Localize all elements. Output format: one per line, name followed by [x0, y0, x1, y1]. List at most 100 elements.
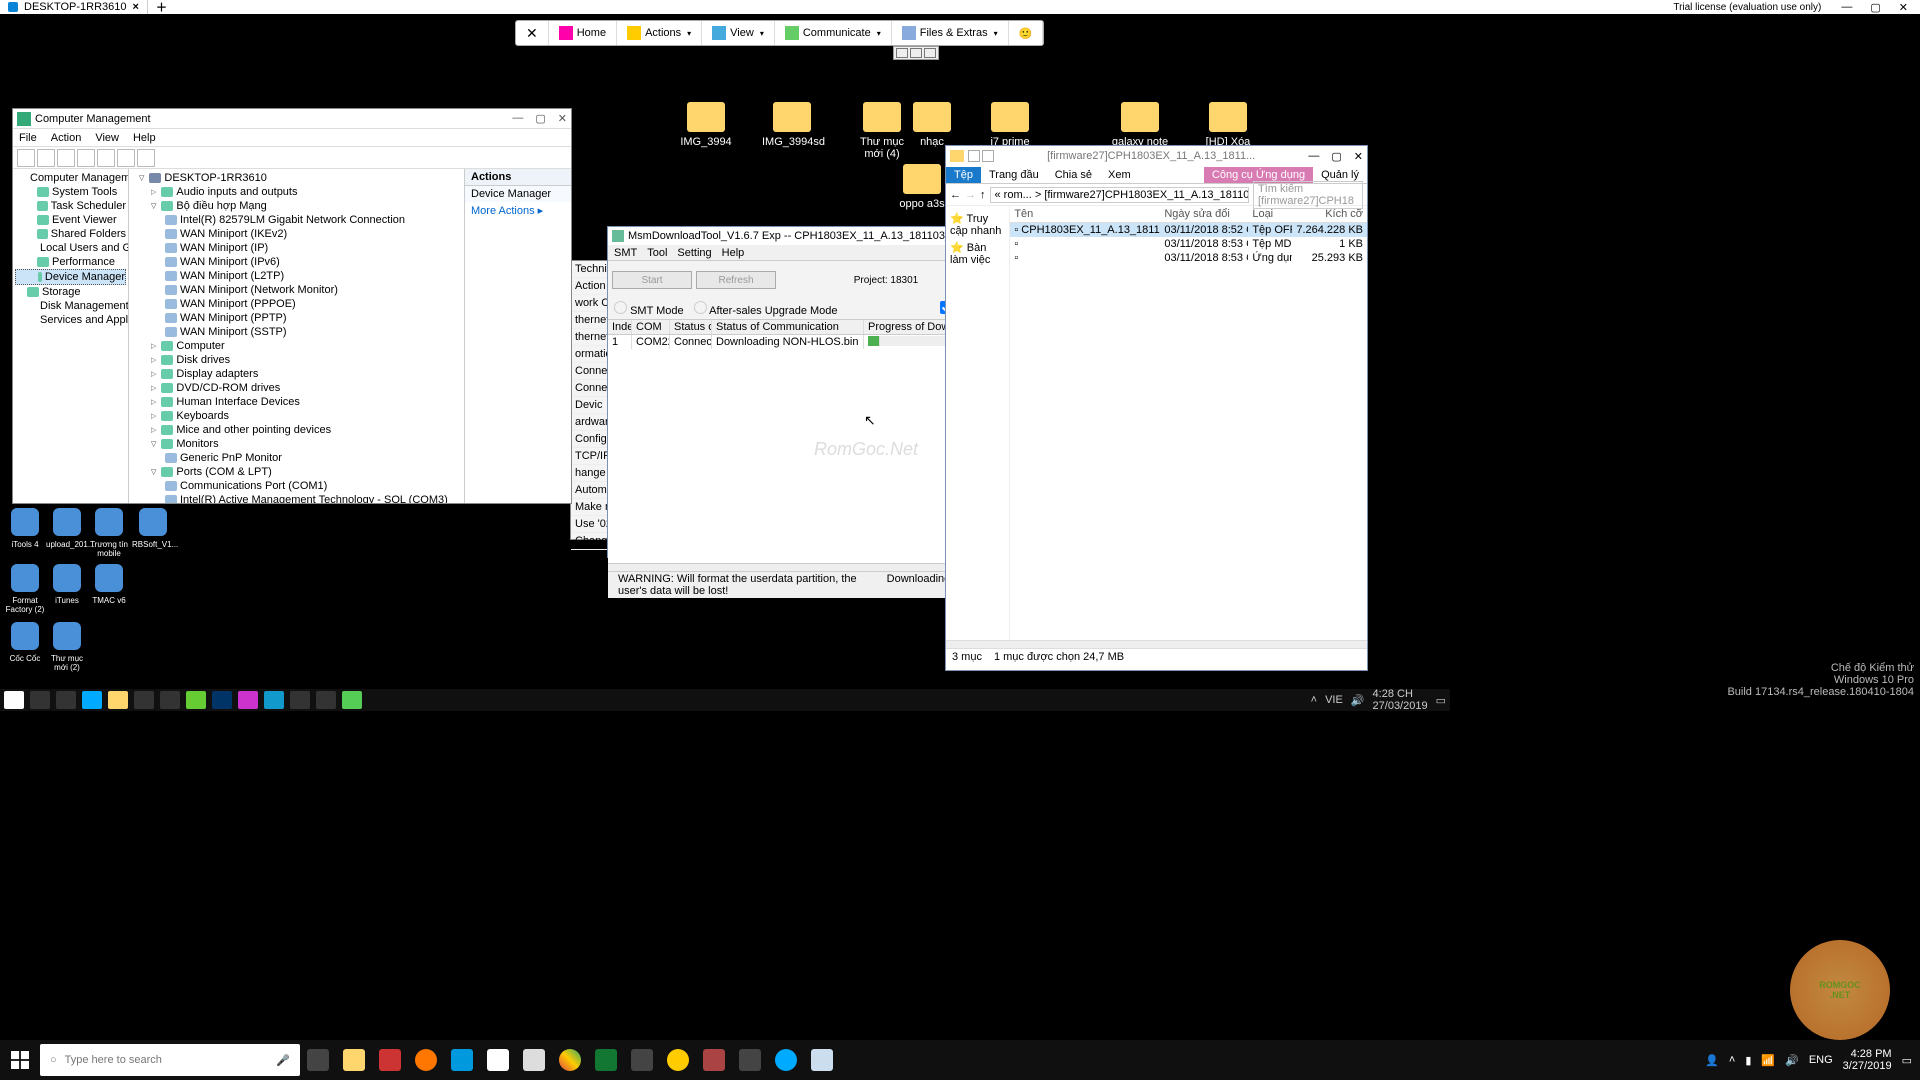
search-input[interactable]: Tìm kiếm [firmware27]CPH18: [1253, 181, 1363, 209]
lang-indicator[interactable]: VIE: [1325, 694, 1343, 706]
start-button[interactable]: Start: [612, 271, 692, 289]
device-item[interactable]: WAN Miniport (PPTP): [131, 311, 462, 325]
desktop-icon[interactable]: TMAC v6: [88, 564, 130, 605]
firefox-icon[interactable]: [412, 1046, 440, 1074]
start-button[interactable]: [4, 691, 24, 709]
close-icon[interactable]: ✕: [558, 112, 567, 125]
minimize-icon[interactable]: —: [1841, 1, 1852, 14]
device-item[interactable]: WAN Miniport (PPPOE): [131, 297, 462, 311]
app-icon[interactable]: [376, 1046, 404, 1074]
taskview-icon[interactable]: [56, 691, 76, 709]
people-icon[interactable]: 👤: [1705, 1054, 1719, 1067]
device-item[interactable]: Communications Port (COM1): [131, 479, 462, 493]
more-actions-link[interactable]: More Actions ▸: [465, 202, 571, 219]
desktop-icon[interactable]: IMG_3994sd: [762, 102, 822, 148]
app-icon[interactable]: [484, 1046, 512, 1074]
minimize-icon[interactable]: —: [1308, 150, 1319, 163]
mail-icon[interactable]: [160, 691, 180, 709]
tv-new-tab[interactable]: ＋: [148, 0, 175, 15]
tv-home[interactable]: Home: [549, 21, 617, 45]
desktop-icon[interactable]: RBSoft_V1...: [132, 508, 174, 549]
device-item[interactable]: Intel(R) 82579LM Gigabit Network Connect…: [131, 213, 462, 227]
app-icon[interactable]: [316, 691, 336, 709]
edge-icon[interactable]: [82, 691, 102, 709]
device-item[interactable]: WAN Miniport (IKEv2): [131, 227, 462, 241]
device-item[interactable]: Generic PnP Monitor: [131, 451, 462, 465]
desktop-icon[interactable]: iTunes: [46, 564, 88, 605]
notification-icon[interactable]: ▭: [1436, 694, 1446, 707]
tv-mini-controls[interactable]: [893, 46, 939, 60]
search-icon[interactable]: [30, 691, 50, 709]
wifi-icon[interactable]: 📶: [1761, 1054, 1775, 1067]
desktop-icon[interactable]: j7 prime: [980, 102, 1040, 148]
tree-item[interactable]: Event Viewer: [15, 213, 126, 227]
path-segment[interactable]: « rom... > [firmware27]CPH1803EX_11_A.13…: [990, 187, 1250, 203]
close-icon[interactable]: ✕: [1899, 1, 1908, 14]
mic-icon[interactable]: 🎤: [276, 1054, 290, 1067]
device-item[interactable]: WAN Miniport (Network Monitor): [131, 283, 462, 297]
canary-icon[interactable]: [664, 1046, 692, 1074]
device-item[interactable]: Keyboards: [131, 409, 462, 423]
menu-file[interactable]: File: [19, 132, 37, 144]
device-item[interactable]: WAN Miniport (SSTP): [131, 325, 462, 339]
tv-tab[interactable]: DESKTOP-1RR3610 ×: [0, 0, 148, 14]
maximize-icon[interactable]: ▢: [1870, 1, 1880, 14]
maximize-icon[interactable]: ▢: [1331, 150, 1341, 163]
explorer-icon[interactable]: [340, 1046, 368, 1074]
menu-help[interactable]: Help: [133, 132, 156, 144]
device-item[interactable]: Audio inputs and outputs: [131, 185, 462, 199]
tree-item[interactable]: Storage: [15, 285, 126, 299]
file-row[interactable]: ▫ 03/11/2018 8:53 CHTệp MD51 KB: [1010, 237, 1367, 251]
menu-help[interactable]: Help: [722, 247, 745, 259]
tv-actions[interactable]: Actions: [617, 21, 702, 45]
tree-item[interactable]: Computer Management (Local: [15, 171, 126, 185]
menu-setting[interactable]: Setting: [677, 247, 711, 259]
desktop-icon[interactable]: Cốc Cốc: [4, 622, 46, 663]
device-item[interactable]: Display adapters: [131, 367, 462, 381]
device-item[interactable]: Mice and other pointing devices: [131, 423, 462, 437]
close-tab-icon[interactable]: ×: [133, 1, 139, 13]
tv-view[interactable]: View: [702, 21, 775, 45]
teamviewer-icon[interactable]: [448, 1046, 476, 1074]
tab-tep[interactable]: Tệp: [946, 167, 981, 183]
device-item[interactable]: Intel(R) Active Management Technology - …: [131, 493, 462, 503]
close-icon[interactable]: ✕: [1354, 150, 1363, 163]
desktop-icon[interactable]: oppo a3s: [892, 164, 952, 210]
desktop-icon[interactable]: [HD] Xóa: [1198, 102, 1258, 148]
desktop-icon[interactable]: Thư mục mới (2): [46, 622, 88, 672]
desktop-icon[interactable]: IMG_3994: [676, 102, 736, 148]
desktop-icon[interactable]: Format Factory (2): [4, 564, 46, 614]
tab-xem[interactable]: Xem: [1100, 167, 1139, 183]
taskview-icon[interactable]: [304, 1046, 332, 1074]
app-icon[interactable]: [238, 691, 258, 709]
device-item[interactable]: WAN Miniport (IP): [131, 241, 462, 255]
tv-feedback[interactable]: 🙂: [1009, 21, 1044, 45]
tv-icon[interactable]: [264, 691, 284, 709]
tv-close-session[interactable]: ✕: [516, 21, 549, 45]
explorer-icon[interactable]: [108, 691, 128, 709]
tray-up-icon[interactable]: ˄: [1311, 694, 1317, 706]
maximize-icon[interactable]: ▢: [535, 112, 545, 125]
tree-item[interactable]: Shared Folders: [15, 227, 126, 241]
store-icon[interactable]: [134, 691, 154, 709]
network-icon[interactable]: ▮: [1745, 1054, 1751, 1067]
tv-files[interactable]: Files & Extras: [892, 21, 1009, 45]
tree-item[interactable]: System Tools: [15, 185, 126, 199]
refresh-button[interactable]: Refresh: [696, 271, 776, 289]
nav-item[interactable]: ⭐ Bàn làm việc: [950, 239, 1005, 268]
file-row[interactable]: ▫ CPH1803EX_11_A.13_181103_2bc89894.ofp0…: [1010, 223, 1367, 237]
device-item[interactable]: Disk drives: [131, 353, 462, 367]
menu-tool[interactable]: Tool: [647, 247, 667, 259]
tree-item[interactable]: Services and Applications: [15, 313, 126, 327]
desktop-icon[interactable]: nhạc: [902, 102, 962, 148]
hscroll[interactable]: [946, 640, 1367, 648]
device-item[interactable]: Monitors: [131, 437, 462, 451]
file-row[interactable]: ▫ 03/11/2018 8:53 CHỨng dụng25.293 KB: [1010, 251, 1367, 265]
volume-icon[interactable]: 🔊: [1785, 1054, 1799, 1067]
device-item[interactable]: Bộ điều hợp Mạng: [131, 199, 462, 213]
tab-trangdau[interactable]: Trang đầu: [981, 167, 1047, 183]
clock[interactable]: 4:28 CH27/03/2019: [1373, 688, 1428, 712]
nav-item[interactable]: ⭐ Truy cập nhanh: [950, 210, 1005, 239]
cm-device-tree[interactable]: DESKTOP-1RR3610Audio inputs and outputsB…: [129, 169, 465, 503]
ps-icon[interactable]: [212, 691, 232, 709]
